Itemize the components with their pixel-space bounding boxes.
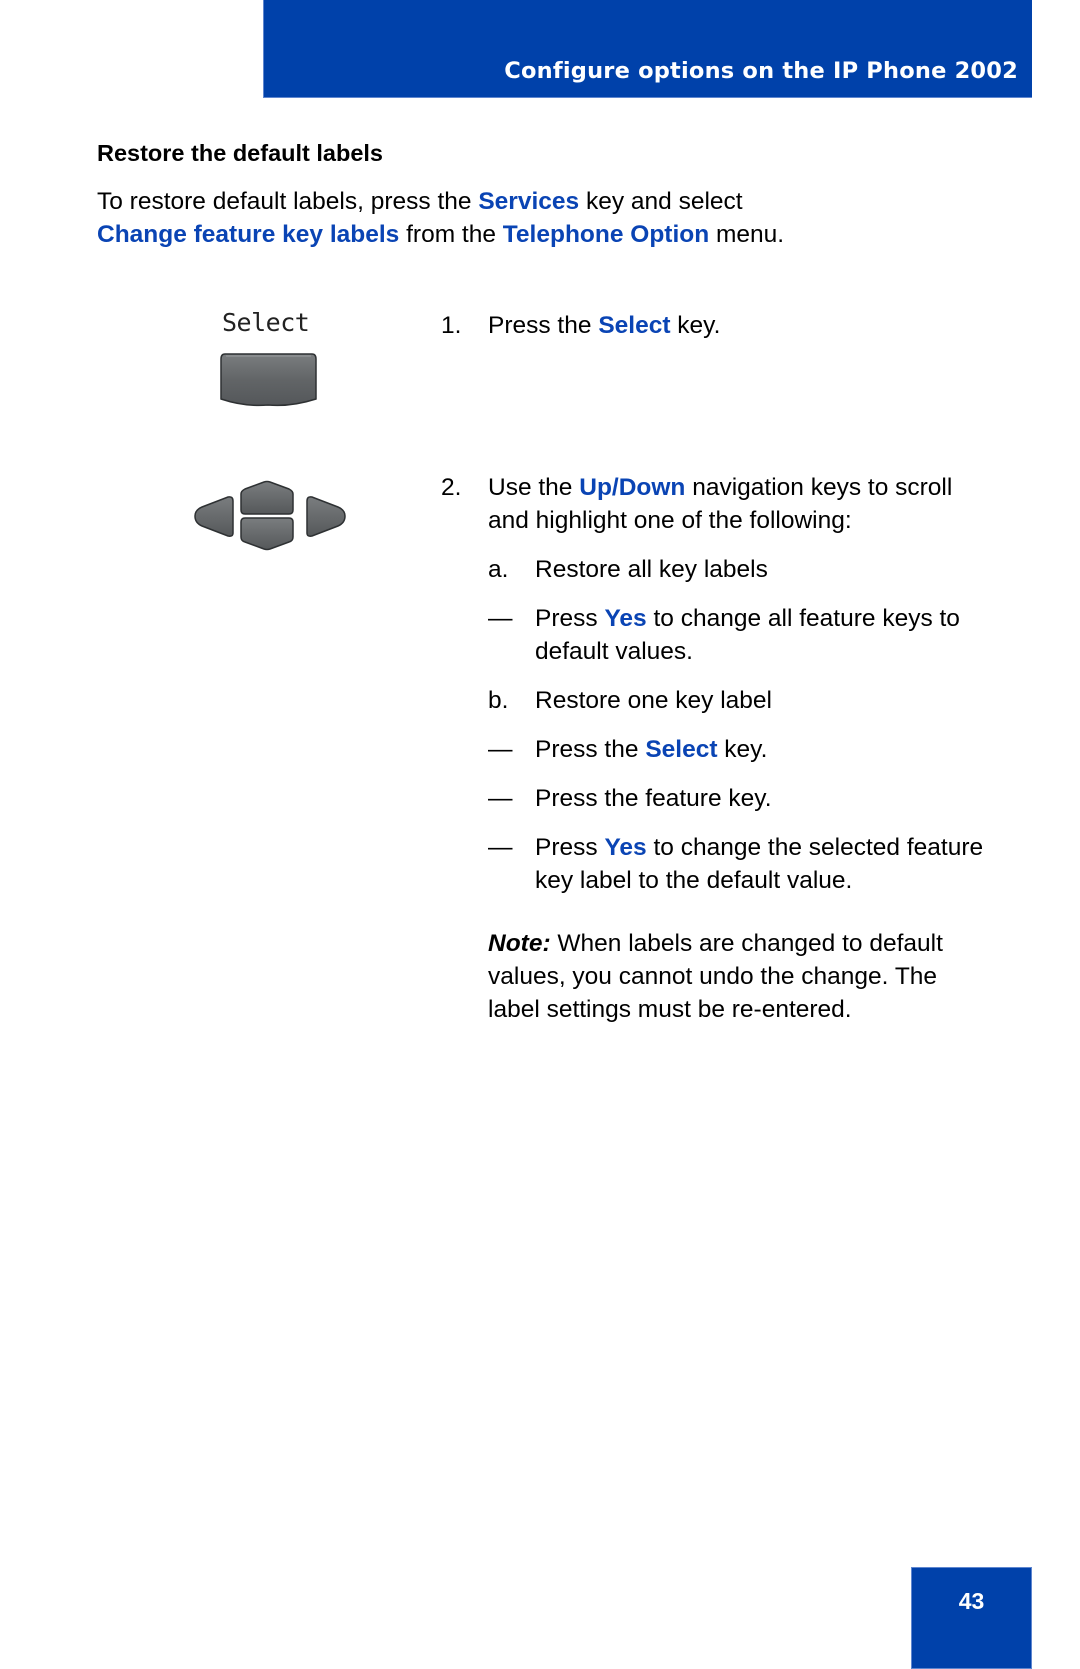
substep-text: Press Yes to change all feature keys to …: [535, 602, 1005, 668]
step-text-post: key.: [670, 312, 721, 339]
step-number: 1.: [441, 312, 462, 339]
select-lcd-label: Select: [222, 308, 310, 337]
intro-text: from the: [399, 221, 503, 248]
step-text-pre: Press the: [488, 312, 599, 339]
select-key-ref: Select: [598, 312, 671, 339]
substep-marker: —: [488, 834, 513, 861]
page-number: 43: [958, 1588, 985, 1614]
substep-text-post: key.: [717, 736, 768, 763]
services-key-ref: Services: [478, 188, 580, 215]
substep-marker: b.: [488, 687, 509, 714]
updown-key-ref: Up/Down: [579, 474, 686, 501]
step-text: Use the Up/Down navigation keys to scrol…: [488, 471, 958, 537]
yes-key-ref: Yes: [604, 605, 647, 632]
nav-right-icon: [306, 496, 346, 537]
note-paragraph: Note: When labels are changed to default…: [488, 927, 988, 1026]
step-text-pre: Use the: [488, 474, 580, 501]
substep-marker: —: [488, 736, 513, 763]
substep-text-pre: Press: [535, 834, 605, 861]
header-bar: Configure options on the IP Phone 2002: [263, 0, 1032, 98]
navigation-keys-icon: [192, 480, 348, 552]
substep-marker: —: [488, 785, 513, 812]
substep-text: Press Yes to change the selected feature…: [535, 831, 1005, 897]
intro-text: key and select: [579, 188, 743, 215]
substep-text-pre: Press: [535, 605, 605, 632]
step-text: Press the Select key.: [488, 309, 1008, 342]
change-labels-ref: Change feature key labels: [97, 221, 400, 248]
nav-down-icon: [240, 517, 294, 551]
substep-text: Press the feature key.: [535, 785, 772, 812]
substep-marker: —: [488, 605, 513, 632]
step-number: 2.: [441, 474, 462, 501]
note-label: Note:: [488, 930, 551, 957]
substep-text: Restore all key labels: [535, 556, 768, 583]
select-softkey-icon: [219, 352, 318, 407]
chapter-title: Configure options on the IP Phone 2002: [504, 58, 1018, 84]
note-text: When labels are changed to default value…: [488, 930, 943, 1023]
select-key-ref: Select: [645, 736, 718, 763]
substep-text: Press the Select key.: [535, 733, 1005, 766]
substep-text: Restore one key label: [535, 687, 772, 714]
substep-marker: a.: [488, 556, 509, 583]
telephone-option-ref: Telephone Option: [502, 221, 710, 248]
nav-up-icon: [240, 480, 294, 515]
intro-text: To restore default labels, press the: [97, 188, 479, 215]
nav-left-icon: [194, 496, 234, 537]
substep-text-pre: Press the: [535, 736, 646, 763]
yes-key-ref: Yes: [604, 834, 647, 861]
page-number-box: 43: [911, 1567, 1032, 1669]
intro-paragraph: To restore default labels, press the Ser…: [97, 185, 997, 251]
section-heading: Restore the default labels: [97, 140, 383, 166]
intro-text: menu.: [709, 221, 785, 248]
